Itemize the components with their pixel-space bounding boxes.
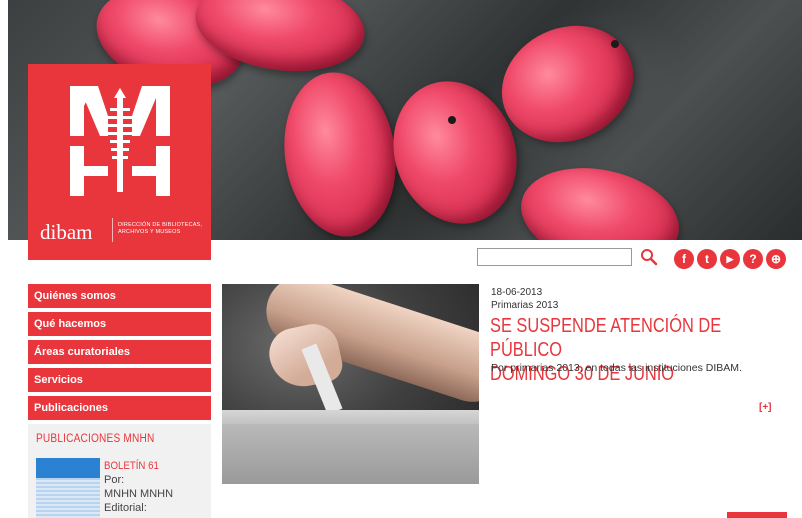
publication-author-label: Por: <box>104 474 125 486</box>
bottom-accent-bar <box>727 512 787 518</box>
publication-publisher-label: Editorial: <box>104 502 147 514</box>
nav-item-quienes-somos[interactable]: Quiénes somos <box>28 284 211 308</box>
nav-item-areas-curatoriales[interactable]: Áreas curatoriales <box>28 340 211 364</box>
facebook-icon[interactable]: f <box>674 249 694 269</box>
news-image[interactable] <box>222 284 479 484</box>
cover-header-band <box>36 458 100 478</box>
dibam-wordmark: dibam <box>40 220 93 244</box>
publications-panel: PUBLICACIONES MNHN BOLETÍN 61 Por: MNHN … <box>28 424 211 518</box>
sitemap-icon[interactable]: ⊕ <box>766 249 786 269</box>
publications-heading: PUBLICACIONES MNHN <box>36 433 155 445</box>
seed-dot <box>448 116 456 124</box>
read-more-link[interactable]: [+] <box>759 402 772 413</box>
publication-author: MNHN MNHN <box>104 488 174 500</box>
site-logo[interactable]: dibam DIRECCIÓN DE BIBLIOTECAS, ARCHIVOS… <box>28 64 211 260</box>
news-category[interactable]: Primarias 2013 <box>491 300 558 311</box>
mnhn-logo-mark <box>70 86 170 196</box>
news-title[interactable]: SE SUSPENDE ATENCIÓN DE PÚBLICO DOMINGO … <box>490 314 785 386</box>
dibam-description: DIRECCIÓN DE BIBLIOTECAS, ARCHIVOS Y MUS… <box>118 222 203 235</box>
fruit-image-part <box>274 65 406 240</box>
logo-divider <box>112 218 113 242</box>
news-date: 18-06-2013 <box>491 287 543 298</box>
news-summary: Por primarias 2013, en todas las institu… <box>491 362 742 374</box>
news-title-line-1: SE SUSPENDE ATENCIÓN DE PÚBLICO <box>490 315 722 361</box>
twitter-icon[interactable]: t <box>697 249 717 269</box>
ballot-box <box>222 424 479 484</box>
help-icon[interactable]: ? <box>743 249 763 269</box>
publication-title-link[interactable]: BOLETÍN 61 <box>104 460 159 472</box>
search-icon[interactable] <box>640 248 658 266</box>
publication-cover-image[interactable] <box>36 458 100 518</box>
nav-item-que-hacemos[interactable]: Qué hacemos <box>28 312 211 336</box>
seed-dot <box>611 40 619 48</box>
youtube-icon[interactable]: ▶ <box>720 249 740 269</box>
fruit-image-part <box>511 154 689 240</box>
search-input[interactable] <box>477 248 632 266</box>
nav-item-servicios[interactable]: Servicios <box>28 368 211 392</box>
nav-item-publicaciones[interactable]: Publicaciones <box>28 396 211 420</box>
